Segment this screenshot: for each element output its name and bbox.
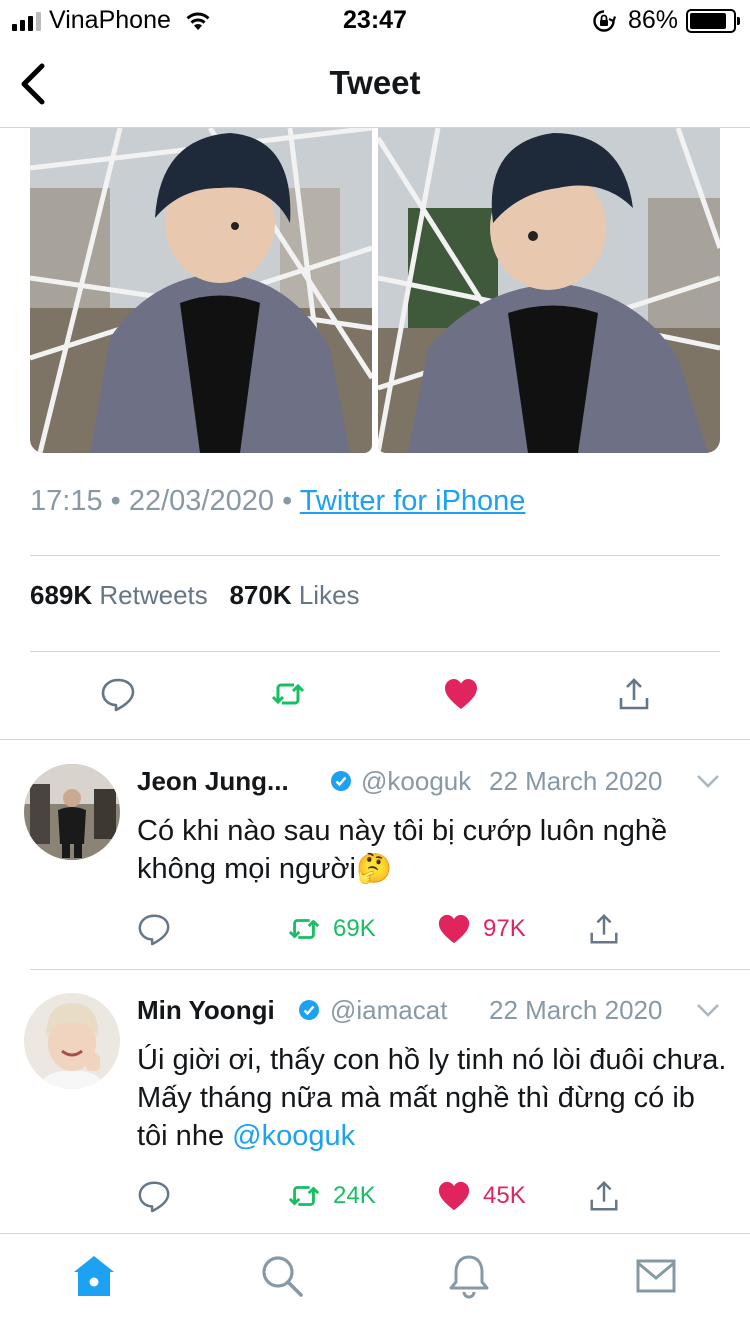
verified-badge-icon (331, 771, 351, 791)
retweets-stat[interactable]: 689K Retweets (30, 580, 208, 610)
retweet-button[interactable]: 24K (287, 1179, 376, 1213)
reply-author-name[interactable]: Min Yoongi (137, 995, 275, 1026)
battery-icon (686, 8, 740, 33)
page-title: Tweet (329, 64, 421, 101)
reply-icon (138, 914, 170, 946)
tab-bar (0, 1233, 750, 1334)
reply-actions: 24K 45K (137, 1179, 727, 1219)
reply-date: 22 March 2020 (489, 995, 663, 1025)
like-count: 45K (483, 1182, 526, 1209)
battery-fill (690, 12, 726, 29)
retweet-button[interactable]: 69K (287, 912, 376, 946)
like-count: 97K (483, 915, 526, 942)
reply-text-body: Úi giời ơi, thấy con hồ ly tinh nó lòi đ… (137, 1044, 727, 1152)
tweet-media[interactable] (30, 128, 720, 453)
meta-separator: • (282, 485, 293, 517)
mail-icon[interactable] (632, 1252, 680, 1300)
bell-icon[interactable] (445, 1252, 493, 1300)
reply-text: Úi giời ơi, thấy con hồ ly tinh nó lòi đ… (137, 1041, 727, 1155)
divider (0, 739, 750, 740)
share-button[interactable] (587, 1179, 633, 1213)
home-icon[interactable] (70, 1252, 118, 1300)
reply-author-name[interactable]: Jeon Jung... (137, 766, 289, 797)
reply-date: 22 March 2020 (489, 766, 663, 796)
retweet-count: 24K (333, 1182, 376, 1209)
reply-author-handle[interactable]: @kooguk (361, 766, 471, 797)
divider (30, 969, 750, 970)
retweet-count: 69K (333, 915, 376, 942)
heart-icon (438, 914, 470, 944)
chevron-down-icon[interactable] (695, 770, 721, 792)
reply-actions: 69K 97K (137, 912, 727, 952)
tweet-date: 22/03/2020 (128, 485, 275, 517)
avatar[interactable] (24, 993, 120, 1089)
tweet-meta: 17:15 • 22/03/2020 • Twitter for iPhone (30, 485, 525, 518)
retweet-icon (288, 1186, 320, 1206)
share-icon (590, 1181, 618, 1211)
avatar[interactable] (24, 764, 120, 860)
share-icon (590, 914, 618, 944)
heart-icon[interactable] (443, 676, 479, 712)
retweet-icon (288, 919, 320, 939)
divider (30, 555, 720, 556)
tweet-photo-2[interactable] (378, 128, 720, 453)
tweet-source-link[interactable]: Twitter for iPhone (300, 485, 526, 517)
share-button[interactable] (587, 912, 633, 946)
reply-icon (138, 1181, 170, 1213)
retweet-icon[interactable] (270, 676, 306, 712)
likes-count: 870K (229, 580, 292, 610)
reply-tweet[interactable]: Jeon Jung... @kooguk 22 March 2020 Có kh… (0, 764, 750, 969)
likes-stat[interactable]: 870K Likes (229, 580, 359, 610)
search-icon[interactable] (258, 1252, 306, 1300)
reply-header: Jeon Jung... @kooguk 22 March 2020 (137, 764, 727, 800)
reply-icon[interactable] (100, 676, 136, 712)
mention-link[interactable]: @kooguk (232, 1120, 355, 1152)
rotation-lock-icon (593, 9, 616, 32)
verified-badge-icon (299, 1000, 319, 1020)
tweet-stats: 689K Retweets 870K Likes (30, 580, 360, 611)
like-button[interactable]: 45K (437, 1179, 526, 1213)
chevron-down-icon[interactable] (695, 999, 721, 1021)
nav-bar: Tweet (0, 40, 750, 128)
share-icon[interactable] (616, 676, 652, 712)
tweet-photo-1[interactable] (30, 128, 372, 453)
status-bar: VinaPhone 23:47 86% (0, 0, 750, 40)
reply-header: Min Yoongi @iamacat 22 March 2020 (137, 993, 727, 1029)
reply-button[interactable] (137, 912, 183, 946)
meta-separator: • (110, 485, 121, 517)
reply-button[interactable] (137, 1179, 183, 1213)
reply-author-handle[interactable]: @iamacat (330, 995, 447, 1026)
reply-text: Có khi nào sau này tôi bị cướp luôn nghề… (137, 815, 668, 885)
like-button[interactable]: 97K (437, 912, 526, 946)
battery-percent: 86% (627, 6, 678, 34)
tweet-actions (30, 670, 720, 720)
status-right: 86% (592, 6, 740, 35)
divider (30, 651, 720, 652)
heart-icon (438, 1181, 470, 1211)
retweets-count: 689K (30, 580, 93, 610)
likes-label: Likes (298, 580, 360, 610)
tweet-time: 17:15 (30, 485, 103, 517)
retweets-label: Retweets (99, 580, 208, 610)
reply-tweet[interactable]: Min Yoongi @iamacat 22 March 2020 Úi giờ… (0, 993, 750, 1233)
